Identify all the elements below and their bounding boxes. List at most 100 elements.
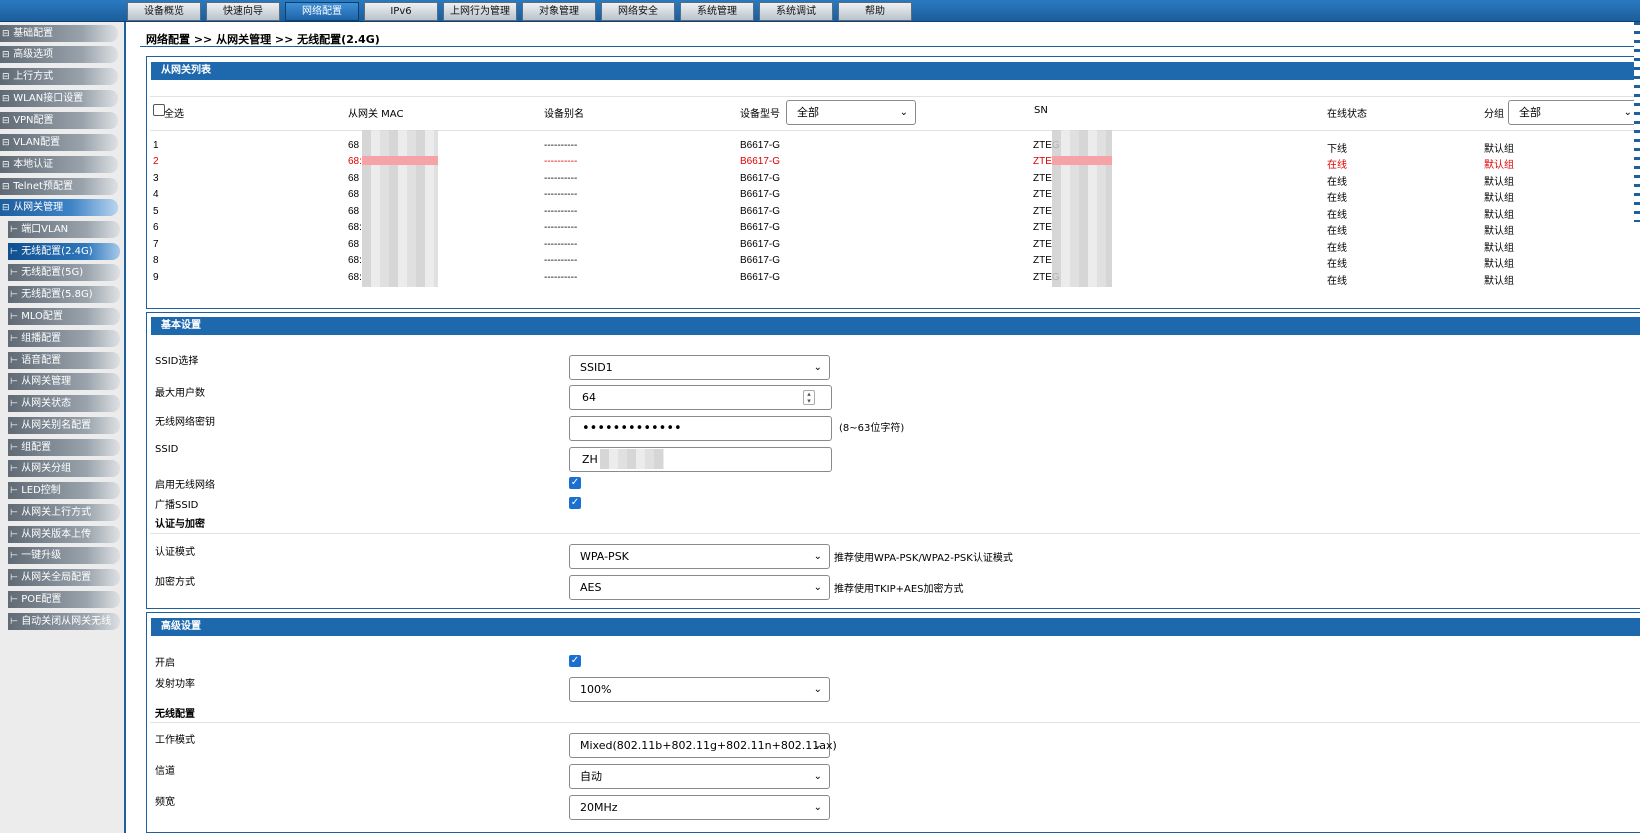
tree-branch-icon: ⊢ xyxy=(10,464,18,474)
collapse-icon: ⊟ xyxy=(2,116,10,126)
tab-object-management[interactable]: 对象管理 xyxy=(522,2,596,21)
chevron-down-icon: ⌄ xyxy=(813,684,822,695)
tree-branch-icon: ⊢ xyxy=(10,486,18,496)
sidebar-item-label: Telnet预配置 xyxy=(13,181,73,192)
sidebar-sub-gateway-alias[interactable]: ⊢ 从网关别名配置 xyxy=(8,417,120,434)
header-sn: SN xyxy=(1034,105,1048,116)
tree-branch-icon: ⊢ xyxy=(10,573,18,583)
sidebar-item-label: VPN配置 xyxy=(13,115,54,126)
tab-ipv6[interactable]: IPv6 xyxy=(364,2,438,21)
tab-behavior-management[interactable]: 上网行为管理 xyxy=(443,2,517,21)
max-users-value: 64 xyxy=(582,391,596,404)
max-users-stepper[interactable]: 64 ▴ ▾ xyxy=(569,385,832,410)
sidebar-sub-led-control[interactable]: ⊢ LED控制 xyxy=(8,482,120,499)
cell-index: 7 xyxy=(153,239,159,250)
cell-sn: ZTE xyxy=(1033,156,1052,167)
tree-branch-icon: ⊢ xyxy=(10,225,18,235)
sidebar-item-wlan-interface[interactable]: ⊟ WLAN接口设置 xyxy=(0,90,118,107)
top-nav-bar: 设备概览 快速向导 网络配置 IPv6 上网行为管理 对象管理 网络安全 系统管… xyxy=(0,0,1640,22)
sidebar-sub-wireless-5g[interactable]: ⊢ 无线配置(5G) xyxy=(8,264,120,281)
sidebar-item-advanced[interactable]: ⊟ 高级选项 xyxy=(0,46,118,63)
panel-title: 从网关列表 xyxy=(151,62,1640,80)
sidebar-sub-gateway-management[interactable]: ⊢ 从网关管理 xyxy=(8,373,120,390)
sidebar-item-vpn[interactable]: ⊟ VPN配置 xyxy=(0,112,118,129)
chevron-down-icon: ⌄ xyxy=(813,802,822,813)
sidebar: ⊟ 基础配置 ⊟ 高级选项 ⊟ 上行方式 ⊟ WLAN接口设置 ⊟ VPN配置 … xyxy=(0,22,126,833)
header-mac: 从网关 MAC xyxy=(348,109,404,120)
tree-branch-icon: ⊢ xyxy=(10,268,18,278)
sidebar-sub-version-upload[interactable]: ⊢ 从网关版本上传 xyxy=(8,526,120,543)
tab-help[interactable]: 帮助 xyxy=(838,2,912,21)
encrypt-label: 加密方式 xyxy=(155,577,195,588)
tab-system-debug[interactable]: 系统调试 xyxy=(759,2,833,21)
sidebar-sub-mlo[interactable]: ⊢ MLO配置 xyxy=(8,308,120,325)
bandwidth-select[interactable]: 20MHz ⌄ xyxy=(569,795,830,820)
broadcast-ssid-checkbox[interactable]: ✓ xyxy=(569,497,581,509)
sidebar-sub-wireless-24g[interactable]: ⊢ 无线配置(2.4G) xyxy=(8,243,120,260)
channel-value: 自动 xyxy=(580,770,602,783)
sidebar-item-basic-config[interactable]: ⊟ 基础配置 xyxy=(0,25,118,42)
sidebar-sub-gateway-status[interactable]: ⊢ 从网关状态 xyxy=(8,395,120,412)
sidebar-item-telnet[interactable]: ⊟ Telnet预配置 xyxy=(0,178,118,195)
channel-select[interactable]: 自动 ⌄ xyxy=(569,764,830,789)
sidebar-sub-group-config[interactable]: ⊢ 组配置 xyxy=(8,439,120,456)
sidebar-item-vlan[interactable]: ⊟ VLAN配置 xyxy=(0,134,118,151)
cell-status: 在线 xyxy=(1327,276,1347,287)
redacted-mac-block xyxy=(362,130,438,287)
tab-system-management[interactable]: 系统管理 xyxy=(680,2,754,21)
cell-mac: 68 xyxy=(348,189,360,200)
sidebar-item-label: LED控制 xyxy=(21,485,61,496)
sidebar-sub-gateway-group[interactable]: ⊢ 从网关分组 xyxy=(8,460,120,477)
collapse-icon: ⊟ xyxy=(2,160,10,170)
sidebar-item-uplink[interactable]: ⊟ 上行方式 xyxy=(0,68,118,85)
sidebar-item-label: 从网关全局配置 xyxy=(21,572,92,583)
sidebar-item-label: 基础配置 xyxy=(13,28,54,39)
cell-model: B6617-G xyxy=(740,140,781,151)
sidebar-sub-multicast[interactable]: ⊢ 组播配置 xyxy=(8,330,120,347)
collapse-icon: ⊟ xyxy=(2,203,10,213)
auth-section-title: 认证与加密 xyxy=(155,519,205,530)
enable-wireless-label: 启用无线网络 xyxy=(155,480,215,491)
cell-sn: ZTE xyxy=(1033,222,1052,233)
tree-branch-icon: ⊢ xyxy=(10,421,18,431)
sidebar-sub-port-vlan[interactable]: ⊢ 端口VLAN xyxy=(8,221,120,238)
encrypt-value: AES xyxy=(580,581,602,594)
sidebar-sub-poe[interactable]: ⊢ POE配置 xyxy=(8,591,120,608)
sidebar-item-gateway-management[interactable]: ⊟ 从网关管理 xyxy=(0,199,118,216)
tab-quick-wizard[interactable]: 快速向导 xyxy=(206,2,280,21)
auth-mode-select[interactable]: WPA-PSK ⌄ xyxy=(569,544,830,569)
tab-device-overview[interactable]: 设备概览 xyxy=(127,2,201,21)
enable-wireless-checkbox[interactable]: ✓ xyxy=(569,477,581,489)
tab-network-config[interactable]: 网络配置 xyxy=(285,2,359,21)
work-mode-select[interactable]: Mixed(802.11b+802.11g+802.11n+802.11ax) ⌄ xyxy=(569,733,837,758)
encrypt-select[interactable]: AES ⌄ xyxy=(569,575,830,600)
sidebar-sub-one-click-upgrade[interactable]: ⊢ 一键升级 xyxy=(8,547,120,564)
ssid-select[interactable]: SSID1 ⌄ xyxy=(569,355,830,380)
tx-power-select[interactable]: 100% ⌄ xyxy=(569,677,830,702)
cell-alias: ---------- xyxy=(544,239,578,250)
sidebar-sub-global-config[interactable]: ⊢ 从网关全局配置 xyxy=(8,569,120,586)
model-filter-select[interactable]: 全部 ⌄ xyxy=(786,100,916,125)
cell-index: 8 xyxy=(153,255,159,266)
sidebar-sub-wireless-58g[interactable]: ⊢ 无线配置(5.8G) xyxy=(8,286,120,303)
advanced-enable-checkbox[interactable]: ✓ xyxy=(569,655,581,667)
sidebar-item-local-auth[interactable]: ⊟ 本地认证 xyxy=(0,156,118,173)
header-alias: 设备别名 xyxy=(544,109,584,120)
cell-model: B6617-G xyxy=(740,222,781,233)
group-filter-select[interactable]: 全部 ⌄ xyxy=(1508,100,1640,125)
sidebar-item-label: WLAN接口设置 xyxy=(13,93,84,104)
tab-network-security[interactable]: 网络安全 xyxy=(601,2,675,21)
sidebar-sub-gateway-uplink[interactable]: ⊢ 从网关上行方式 xyxy=(8,504,120,521)
sidebar-item-label: 组播配置 xyxy=(21,333,62,344)
tree-branch-icon: ⊢ xyxy=(10,312,18,322)
spinner-icon[interactable]: ▴ ▾ xyxy=(803,390,815,405)
tree-branch-icon: ⊢ xyxy=(10,551,18,561)
sidebar-sub-auto-disable-wireless[interactable]: ⊢ 自动关闭从网关无线 xyxy=(8,613,120,630)
password-field[interactable]: ••••••••••••• xyxy=(569,416,832,441)
cell-model: B6617-G xyxy=(740,206,781,217)
cell-alias: ---------- xyxy=(544,222,578,233)
cell-alias: ---------- xyxy=(544,140,578,151)
sidebar-item-label: MLO配置 xyxy=(21,311,63,322)
collapse-icon: ⊟ xyxy=(2,94,10,104)
sidebar-sub-voice[interactable]: ⊢ 语音配置 xyxy=(8,352,120,369)
